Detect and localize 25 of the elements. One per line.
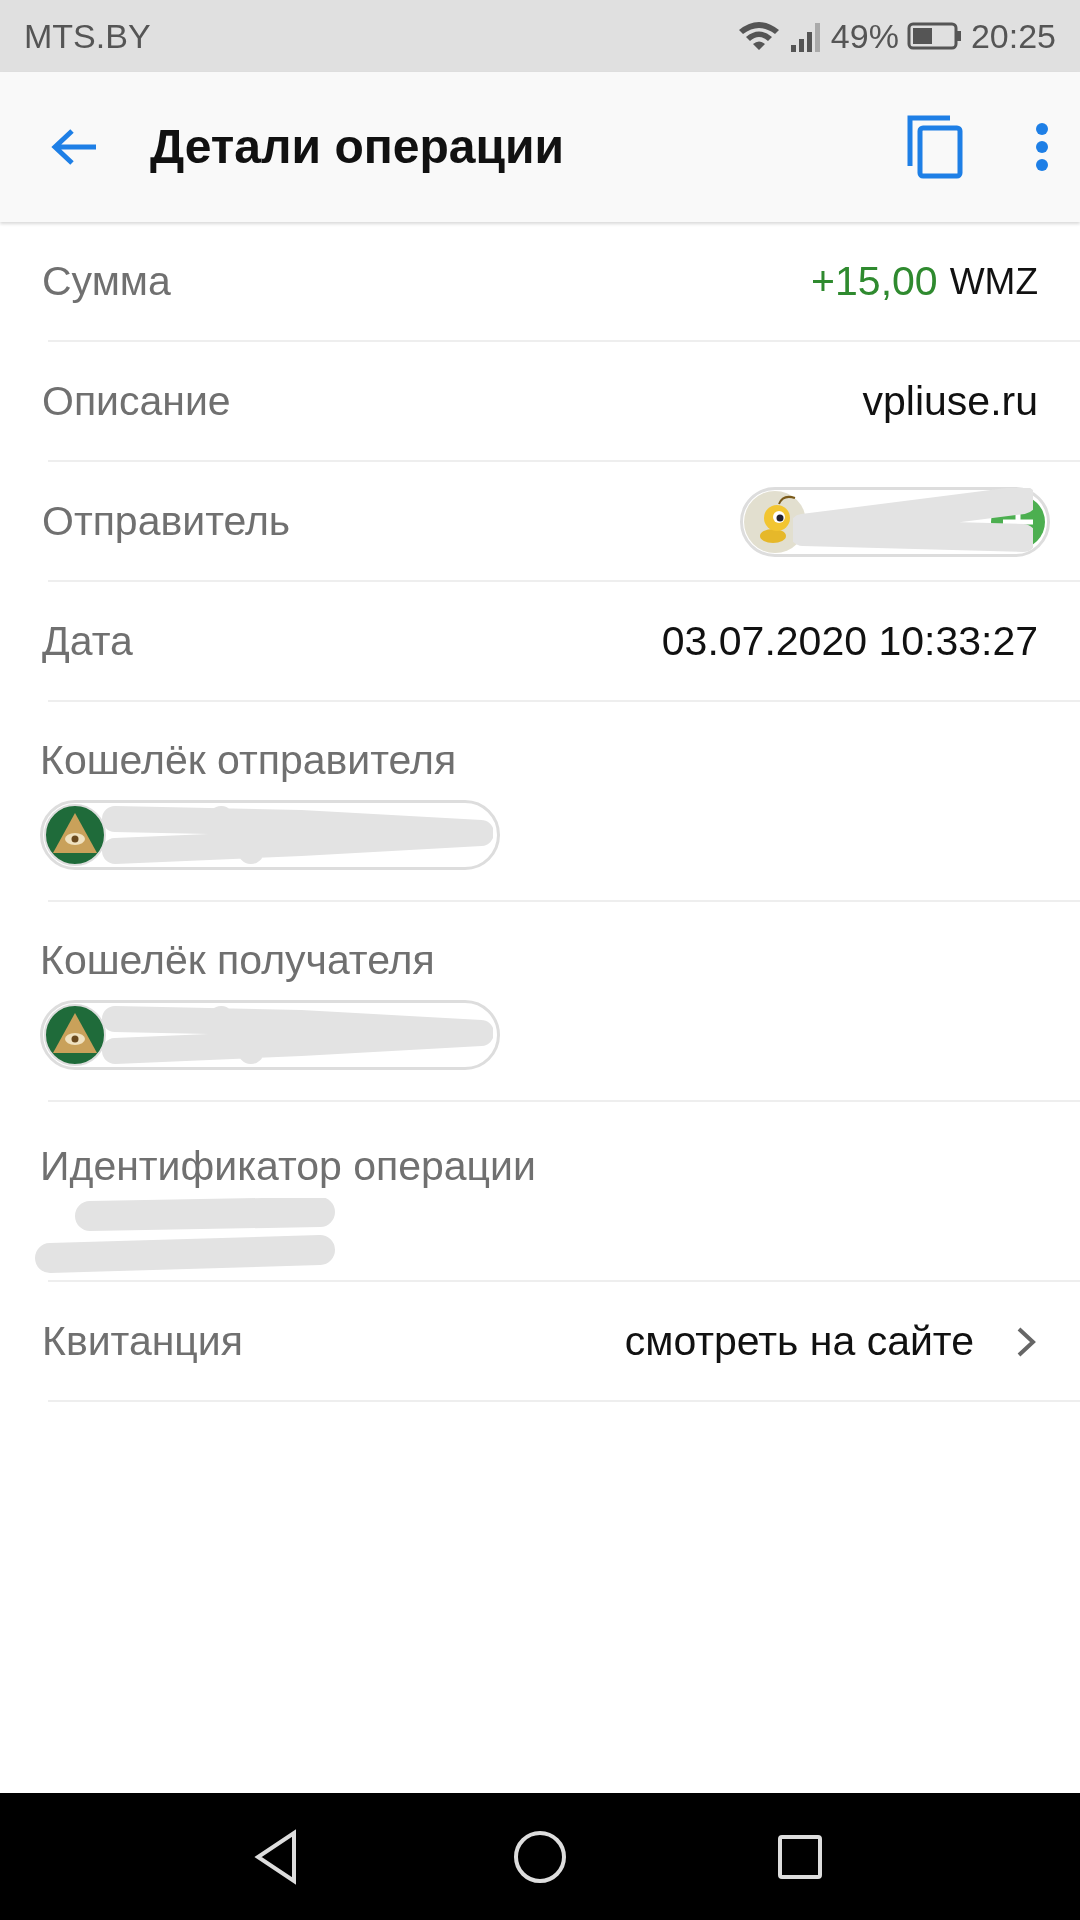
copy-button[interactable] xyxy=(906,114,964,180)
currency-code: WMZ xyxy=(949,260,1038,305)
screen-title: Детали операции xyxy=(150,119,564,175)
field-label: Отправитель xyxy=(42,497,291,547)
battery-percent: 49% xyxy=(830,15,899,57)
field-label: Описание xyxy=(42,377,231,427)
field-label: Кошелёк получателя xyxy=(40,936,436,985)
pyramid-eye-avatar xyxy=(43,802,107,867)
bee-avatar xyxy=(743,490,807,554)
field-label: Дата xyxy=(42,617,133,667)
field-label: Кошелёк отправителя xyxy=(40,736,458,785)
field-label: Сумма xyxy=(42,257,171,307)
field-value: vpliuse.ru xyxy=(862,377,1038,427)
pyramid-eye-avatar xyxy=(43,1002,107,1067)
more-menu-button[interactable] xyxy=(1034,122,1050,172)
receipt-link[interactable]: смотреть на сайте xyxy=(624,1311,1038,1373)
carrier-name: MTS.BY xyxy=(24,15,151,57)
more-vertical-icon xyxy=(1034,122,1050,172)
field-label: Квитанция xyxy=(42,1317,243,1367)
amount-value: +15,00 xyxy=(811,257,938,307)
clock-time: 20:25 xyxy=(970,15,1056,57)
battery-icon xyxy=(906,21,963,51)
copy-icon xyxy=(906,114,964,180)
field-label: Идентификатор операции xyxy=(40,1142,537,1191)
field-value: 03.07.2020 10:33:27 xyxy=(661,617,1038,667)
